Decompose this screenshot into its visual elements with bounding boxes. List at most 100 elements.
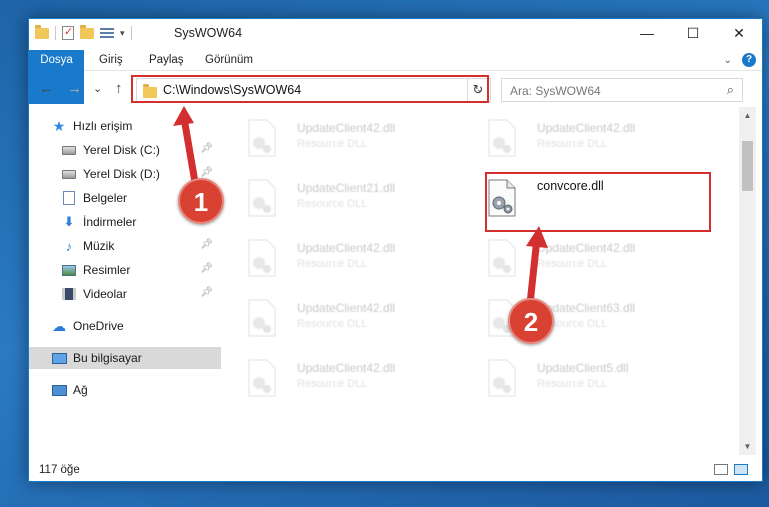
properties-icon[interactable] [62,25,74,40]
file-description: Resource DLL [537,138,608,150]
address-highlight-box [131,75,489,103]
pin-icon[interactable]: 📌︎ [200,167,213,178]
quick-access-toolbar: ▾ [35,24,132,41]
search-box[interactable]: Ara: SysWOW64 ⌕ [501,78,743,102]
pin-icon[interactable]: 📌︎ [200,239,213,250]
customize-dropdown-icon[interactable]: ▾ [120,28,125,39]
ribbon-tabs: Dosya Giriş Paylaş Görünüm ⌄ ? [29,47,762,104]
documents-icon [61,190,77,206]
details-view-icon[interactable] [714,464,728,475]
file-description: Resource DLL [297,378,368,390]
pin-icon[interactable]: 📌︎ [200,263,213,274]
nav-item-label: İndirmeler [83,215,137,229]
cloud-icon: ☁ [52,317,66,334]
file-list: UpdateClient42.dll Resource DLL UpdateCl… [225,107,741,455]
recent-locations-button[interactable]: ⌄ [93,82,102,95]
computer-icon [51,350,67,366]
tab-share[interactable]: Paylaş [141,50,192,71]
music-icon: ♪ [65,238,73,254]
nav-item-label: Resimler [83,263,131,277]
divider [55,26,56,40]
ribbon-right: ⌄ ? [724,53,756,67]
nav-item-label: Hızlı erişim [73,119,133,133]
pin-icon[interactable]: 📌︎ [200,143,213,154]
tab-home[interactable]: Giriş [91,50,131,71]
view-icon[interactable] [100,27,114,39]
file-item[interactable]: UpdateClient5.dll Resource DLL [465,355,685,409]
nav-item-quick-access[interactable]: ★ Hızlı erişim [29,115,221,137]
nav-item-music[interactable]: ♪ Müzik 📌︎ [29,235,221,257]
dll-file-icon [488,119,516,157]
nav-item-label: Müzik [83,239,115,253]
nav-item-onedrive[interactable]: ☁ OneDrive [29,315,221,337]
dll-file-icon [488,239,516,277]
up-button[interactable]: ↑ [115,80,123,97]
nav-item-network[interactable]: Ağ [29,379,221,401]
file-description: Resource DLL [297,318,368,330]
dll-file-icon [248,239,276,277]
file-name: UpdateClient42.dll [297,361,396,375]
scroll-down-icon[interactable]: ▼ [739,442,756,451]
file-description: Resource DLL [537,258,608,270]
item-count: 117 öğe [39,464,80,476]
file-item[interactable]: UpdateClient42.dll Resource DLL [465,235,685,289]
dll-file-icon [248,119,276,157]
tab-view[interactable]: Görünüm [197,50,261,71]
file-highlight-box [485,172,711,232]
nav-item-local-disk-c[interactable]: Yerel Disk (C:) 📌︎ [29,139,221,161]
search-icon[interactable]: ⌕ [727,82,734,98]
file-name: UpdateClient42.dll [297,301,396,315]
file-name: UpdateClient21.dll [297,181,396,195]
file-item[interactable]: UpdateClient42.dll Resource DLL [465,115,685,169]
nav-item-label: Videolar [83,287,127,301]
file-item[interactable]: UpdateClient42.dll Resource DLL [225,355,445,409]
nav-item-label: Yerel Disk (D:) [83,167,160,181]
drive-icon [61,166,77,182]
expand-ribbon-icon[interactable]: ⌄ [724,55,732,66]
file-description: Resource DLL [537,378,608,390]
view-toggle [714,464,748,475]
download-icon: ⬇ [63,214,75,229]
nav-item-label: Ağ [73,383,88,397]
nav-item-label: OneDrive [73,319,124,333]
file-item[interactable]: UpdateClient42.dll Resource DLL [225,235,445,289]
file-item[interactable]: UpdateClient42.dll Resource DLL [225,295,445,349]
nav-item-videos[interactable]: Videolar 📌︎ [29,283,221,305]
file-name: UpdateClient42.dll [537,241,636,255]
forward-button[interactable]: → [67,80,82,97]
back-button[interactable]: ← [39,80,54,97]
nav-item-pictures[interactable]: Resimler 📌︎ [29,259,221,281]
file-item[interactable]: UpdateClient21.dll Resource DLL [225,175,445,229]
nav-item-this-pc[interactable]: Bu bilgisayar [29,347,221,369]
vertical-scrollbar[interactable]: ▲ ▼ [739,107,756,455]
nav-item-label: Belgeler [83,191,128,205]
network-icon [51,382,67,398]
file-name: UpdateClient42.dll [537,121,636,135]
close-button[interactable]: ✕ [716,19,762,47]
scroll-up-icon[interactable]: ▲ [739,111,756,120]
star-icon: ★ [52,117,66,134]
dll-file-icon [488,359,516,397]
maximize-button[interactable]: ☐ [670,19,716,47]
help-icon[interactable]: ? [742,53,756,67]
dll-file-icon [248,179,276,217]
file-description: Resource DLL [297,258,368,270]
pin-icon[interactable]: 📌︎ [200,287,213,298]
file-description: Resource DLL [297,198,368,210]
window-title: SysWOW64 [174,26,243,40]
new-folder-icon[interactable] [80,24,94,39]
title-bar: ▾ SysWOW64 — ☐ ✕ [29,19,762,47]
drive-icon [61,142,77,158]
nav-item-label: Bu bilgisayar [73,351,142,365]
nav-item-label: Yerel Disk (C:) [83,143,160,157]
file-item[interactable]: UpdateClient42.dll Resource DLL [225,115,445,169]
scroll-thumb[interactable] [742,141,753,191]
file-item[interactable]: UpdateClient63.dll Resource DLL [465,295,685,349]
divider [130,26,132,40]
large-icons-view-icon[interactable] [734,464,748,475]
pictures-icon [61,262,77,278]
minimize-button[interactable]: — [624,19,670,47]
status-bar: 117 öğe [29,459,762,481]
search-input[interactable]: Ara: SysWOW64 [510,84,601,98]
window-controls: — ☐ ✕ [624,19,762,47]
